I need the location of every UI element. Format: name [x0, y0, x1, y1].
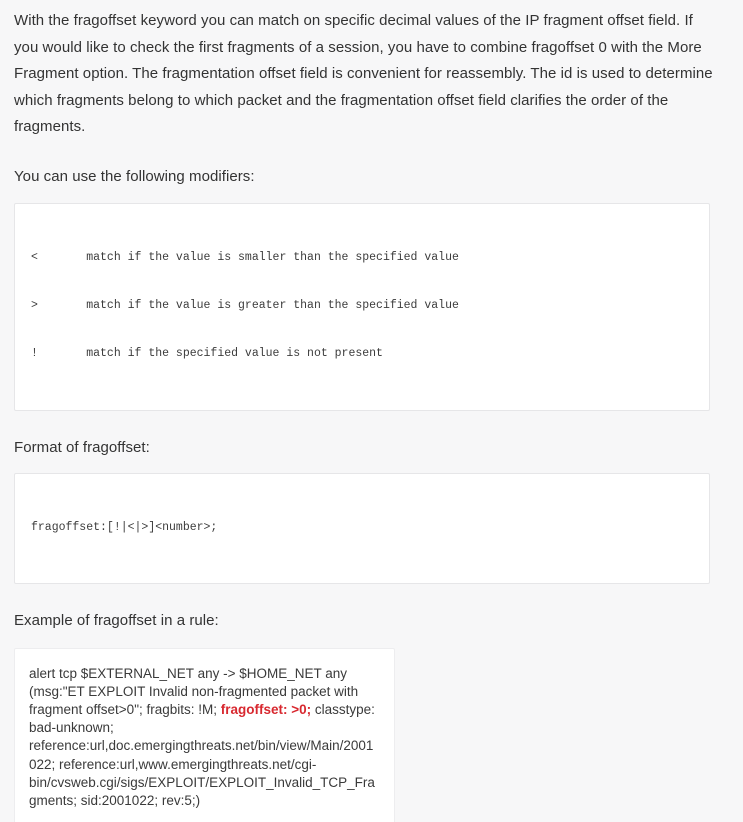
document-page: With the fragoffset keyword you can matc…: [0, 0, 743, 606]
modifiers-code-block: < match if the value is smaller than the…: [14, 203, 710, 411]
format-label: Format of fragoffset:: [14, 438, 729, 458]
example-label: Example of fragoffset in a rule:: [14, 611, 729, 631]
modifiers-code-line-1: < match if the value is smaller than the…: [31, 250, 693, 266]
intro-paragraph: With the fragoffset keyword you can matc…: [14, 0, 716, 141]
modifiers-intro-text: You can use the following modifiers:: [14, 166, 729, 188]
format-code-line: fragoffset:[!|<|>]<number>;: [31, 520, 693, 536]
example-rule-highlight: fragoffset: >0;: [221, 702, 311, 717]
modifiers-code-line-2: > match if the value is greater than the…: [31, 298, 693, 314]
example-rule-text: alert tcp $EXTERNAL_NET any -> $HOME_NET…: [29, 665, 380, 811]
format-code-block: fragoffset:[!|<|>]<number>;: [14, 473, 710, 584]
modifiers-code-line-3: ! match if the specified value is not pr…: [31, 346, 693, 362]
example-rule-block: alert tcp $EXTERNAL_NET any -> $HOME_NET…: [14, 648, 395, 822]
example-rule-suffix: classtype: bad-unknown; reference:url,do…: [29, 702, 375, 808]
